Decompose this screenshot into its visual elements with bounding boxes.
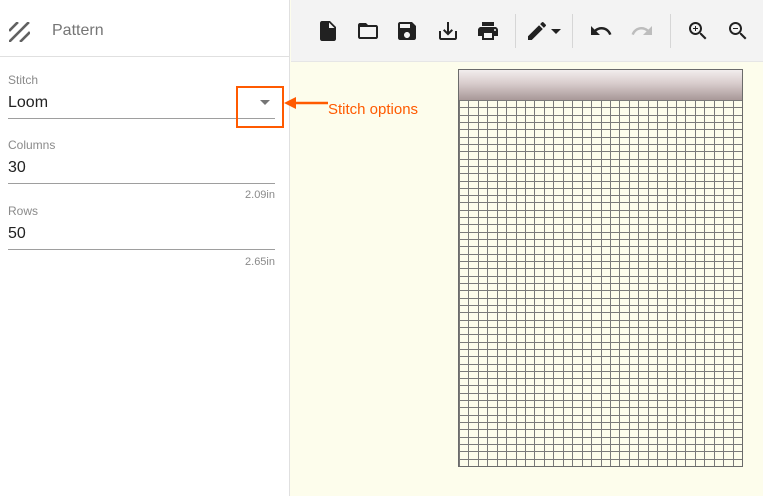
print-icon[interactable] [476, 19, 500, 43]
columns-input[interactable]: 30 [8, 159, 26, 177]
toolbar-divider [572, 14, 573, 48]
undo-icon[interactable] [589, 19, 613, 43]
annotation-highlight-box [236, 86, 284, 128]
columns-width-hint: 2.09in [245, 189, 275, 201]
stitch-underline [8, 118, 275, 119]
annotation-label: Stitch options [328, 101, 419, 118]
download-icon[interactable] [436, 19, 460, 43]
bead-grid[interactable] [459, 100, 742, 466]
pattern-canvas[interactable] [458, 69, 743, 467]
rows-field: Rows 50 2.65in [8, 203, 275, 269]
columns-label: Columns [8, 138, 56, 152]
columns-underline [8, 183, 275, 184]
stitch-select[interactable]: Stitch Loom [8, 72, 275, 122]
pencil-icon [528, 21, 561, 40]
rows-input[interactable]: 50 [8, 225, 26, 243]
pencil-tool-button[interactable] [525, 19, 561, 43]
open-folder-icon[interactable] [356, 19, 380, 43]
stitch-label: Stitch [8, 73, 39, 87]
redo-icon[interactable] [630, 19, 654, 43]
pattern-icon [9, 22, 30, 42]
new-file-icon[interactable] [316, 19, 340, 43]
save-icon[interactable] [395, 19, 419, 43]
zoom-in-icon[interactable] [686, 19, 710, 43]
toolbar-divider [670, 14, 671, 48]
annotation-arrow [284, 97, 328, 109]
rows-label: Rows [8, 204, 39, 218]
sidebar-title: Pattern [52, 22, 104, 39]
stitch-value[interactable]: Loom [8, 94, 48, 112]
sidebar-header: Pattern [0, 0, 290, 57]
columns-field: Columns 30 2.09in [8, 137, 275, 203]
rows-height-hint: 2.65in [245, 256, 275, 268]
rows-underline [8, 249, 275, 250]
toolbar-divider [515, 14, 516, 48]
toolbar [291, 0, 763, 62]
zoom-out-icon[interactable] [726, 19, 750, 43]
loom-header-bar [459, 70, 742, 101]
settings-sidebar: Pattern Stitch Loom Columns 30 2.09in Ro… [0, 0, 290, 496]
